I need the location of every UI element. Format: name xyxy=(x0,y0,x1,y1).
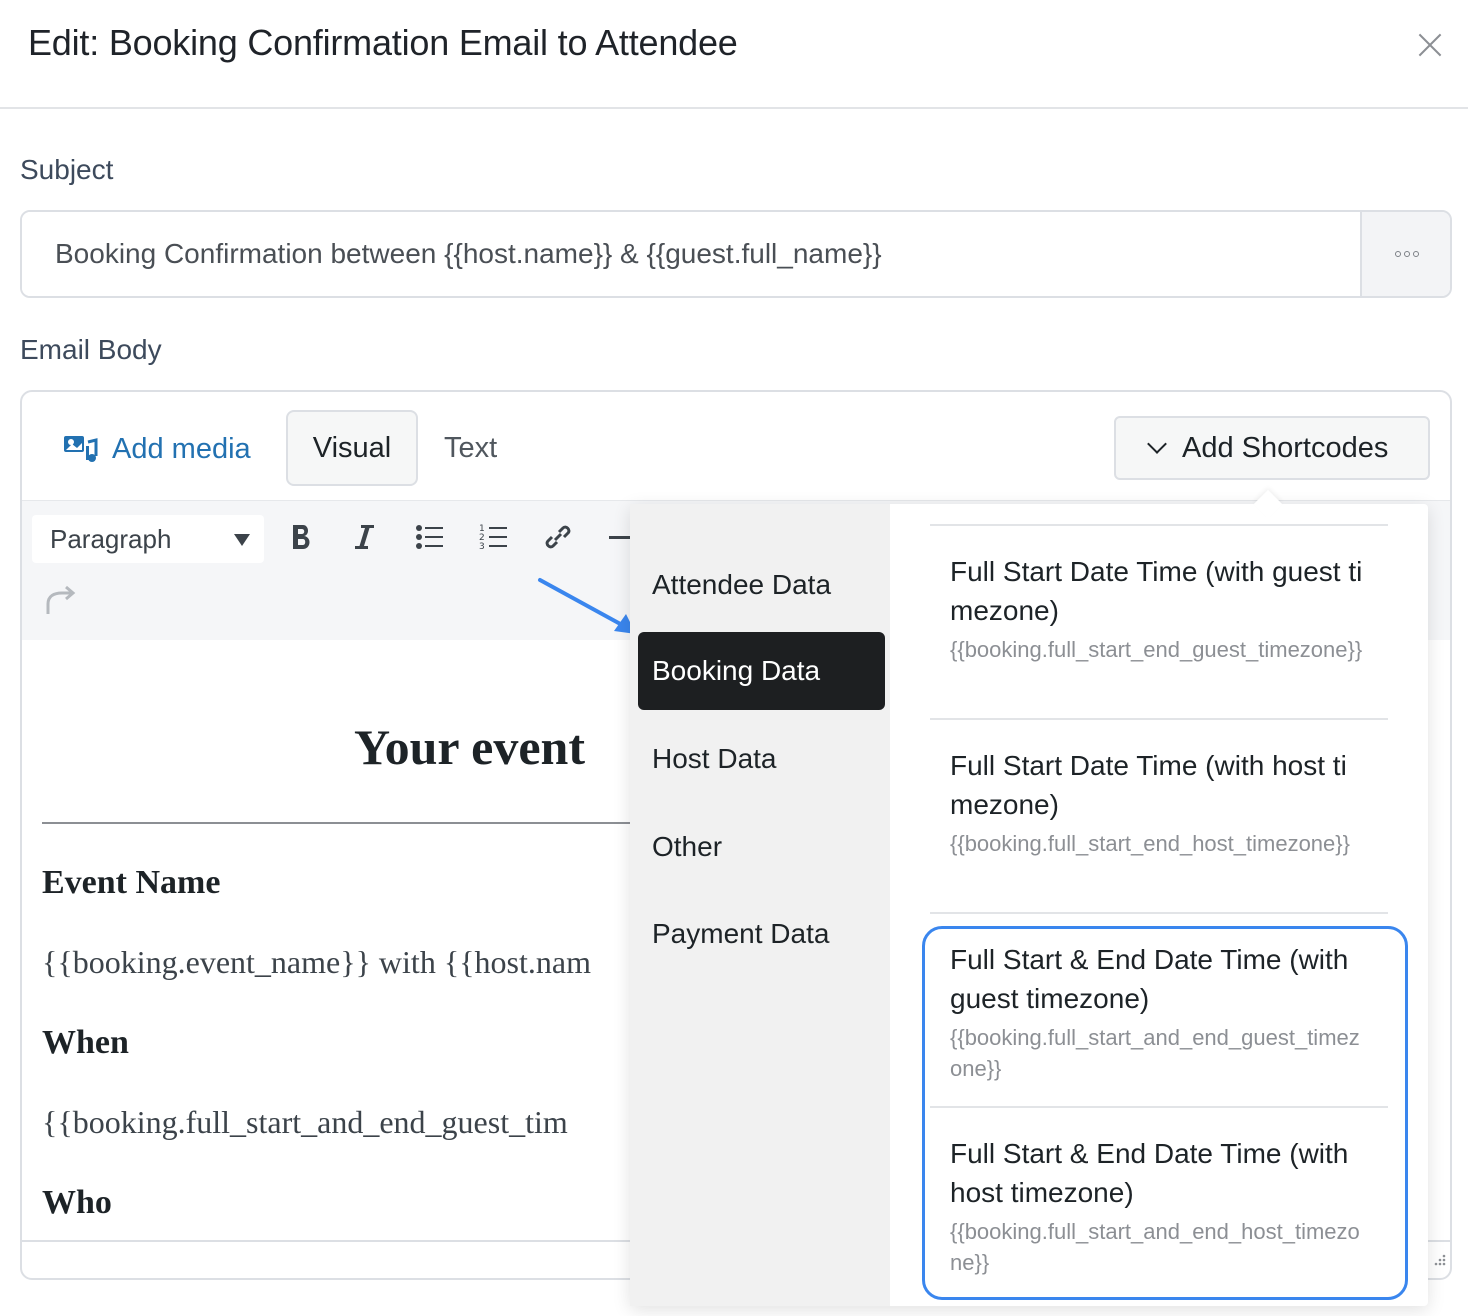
shortcode-item[interactable]: Full Start Date Time (with guest timezon… xyxy=(930,524,1388,665)
add-shortcodes-label: Add Shortcodes xyxy=(1182,431,1389,464)
format-select[interactable]: Paragraph xyxy=(32,515,264,563)
shortcode-item[interactable]: Full Start & End Date Time (with host ti… xyxy=(930,1106,1388,1278)
category-other[interactable]: Other xyxy=(638,808,885,886)
subject-field xyxy=(20,210,1452,298)
content-paragraph-event: {{booking.event_name}} with {{host.nam xyxy=(42,944,591,980)
shortcode-item-name: Full Start Date Time (with guest timezon… xyxy=(950,556,1363,626)
shortcode-item[interactable]: Full Start Date Time (with host timezone… xyxy=(930,718,1388,859)
numbered-list-icon[interactable]: 123 xyxy=(474,517,514,557)
add-shortcodes-button[interactable]: Add Shortcodes xyxy=(1114,416,1430,480)
close-icon[interactable] xyxy=(1412,28,1448,64)
tab-visual[interactable]: Visual xyxy=(286,410,418,486)
category-payment-data[interactable]: Payment Data xyxy=(638,895,885,973)
shortcode-item-code: {{booking.full_start_end_guest_timezone}… xyxy=(950,637,1363,662)
content-paragraph-when: {{booking.full_start_and_end_guest_tim xyxy=(42,1104,568,1140)
italic-icon[interactable] xyxy=(344,517,384,557)
resize-handle-icon[interactable] xyxy=(1430,1252,1446,1268)
content-heading-who: Who xyxy=(42,1184,112,1221)
tab-text[interactable]: Text xyxy=(444,432,497,465)
format-select-value: Paragraph xyxy=(50,523,172,554)
dialog-header: Edit: Booking Confirmation Email to Atte… xyxy=(0,0,1468,109)
more-icon xyxy=(1395,251,1419,257)
content-heading-when: When xyxy=(42,1024,129,1061)
link-icon[interactable] xyxy=(538,517,578,557)
content-divider xyxy=(42,822,642,824)
shortcode-item-name: Full Start Date Time (with host timezone… xyxy=(950,750,1347,820)
shortcode-categories: Attendee Data Booking Data Host Data Oth… xyxy=(630,504,890,1306)
shortcode-item-code: {{booking.full_start_end_host_timezone}} xyxy=(950,831,1350,856)
shortcode-item-code: {{booking.full_start_and_end_guest_timez… xyxy=(950,1025,1360,1081)
category-booking-data[interactable]: Booking Data xyxy=(638,632,885,710)
shortcode-items: Full Start Date Time (with guest timezon… xyxy=(890,504,1428,1306)
content-title: Your event xyxy=(354,719,586,775)
chevron-down-icon xyxy=(1147,434,1167,454)
add-media-button[interactable]: Add media xyxy=(62,432,251,466)
category-attendee-data[interactable]: Attendee Data xyxy=(638,546,885,624)
subject-label: Subject xyxy=(20,154,114,185)
shortcode-item[interactable]: Full Start & End Date Time (with guest t… xyxy=(930,912,1388,1084)
dialog-title: Edit: Booking Confirmation Email to Atte… xyxy=(28,22,738,63)
category-host-data[interactable]: Host Data xyxy=(638,720,885,798)
shortcodes-popover: Attendee Data Booking Data Host Data Oth… xyxy=(630,489,1428,1306)
svg-text:3: 3 xyxy=(479,542,485,552)
redo-icon[interactable] xyxy=(40,581,80,621)
bold-icon[interactable] xyxy=(282,517,322,557)
shortcode-item-name: Full Start & End Date Time (with host ti… xyxy=(950,1138,1349,1208)
media-icon xyxy=(64,436,98,462)
shortcode-item-name: Full Start & End Date Time (with guest t… xyxy=(950,944,1349,1014)
subject-input[interactable] xyxy=(22,212,1360,296)
subject-more-button[interactable] xyxy=(1360,212,1450,296)
caret-down-icon xyxy=(234,534,250,546)
content-heading-event: Event Name xyxy=(42,864,221,901)
shortcode-item-code: {{booking.full_start_and_end_host_timezo… xyxy=(950,1219,1360,1275)
email-body-label: Email Body xyxy=(20,334,162,365)
add-media-label: Add media xyxy=(112,432,251,465)
bullet-list-icon[interactable] xyxy=(410,517,450,557)
